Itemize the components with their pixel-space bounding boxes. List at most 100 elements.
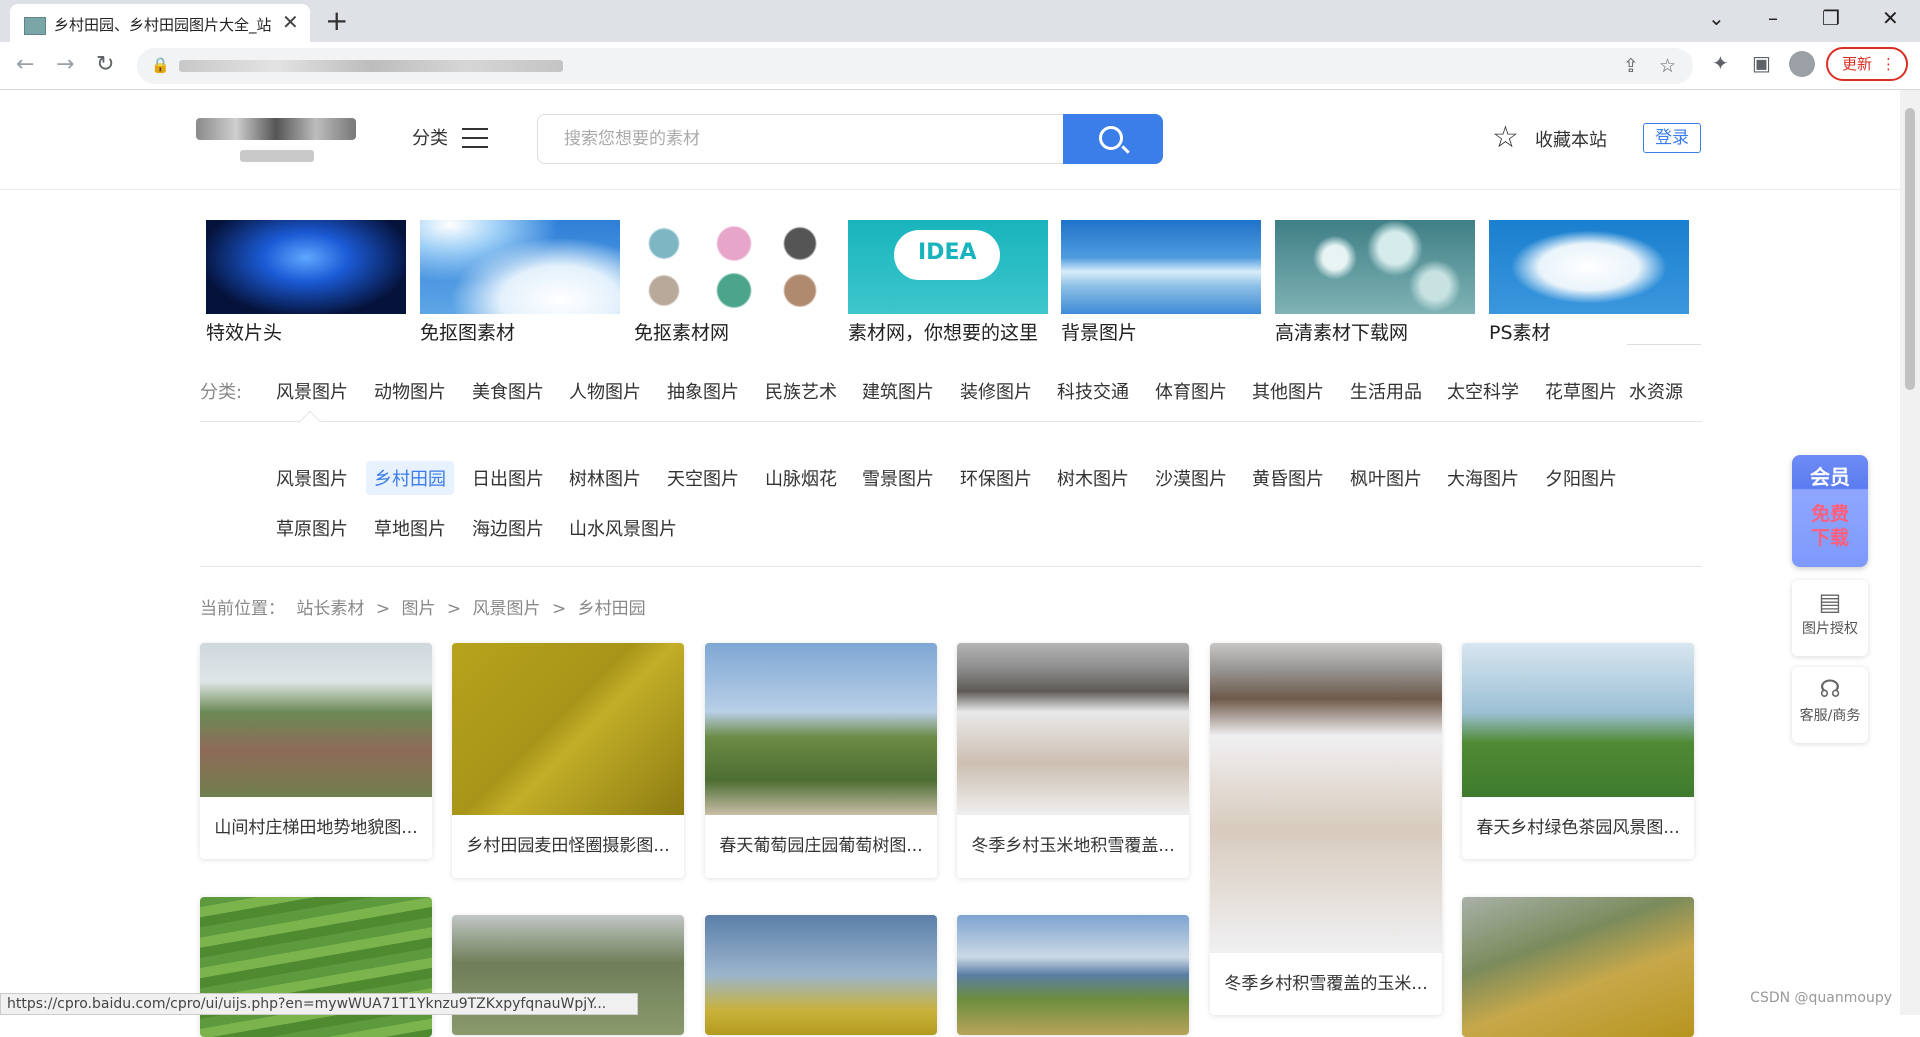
featured-item[interactable]: 免抠图素材 [420,220,620,345]
new-tab-button[interactable]: + [325,4,348,37]
category-menu-label[interactable]: 分类 [412,124,448,150]
subcategory-item[interactable]: 日出图片 [464,461,552,495]
subcategory-item[interactable]: 黄昏图片 [1244,461,1332,495]
featured-label: PS素材 [1489,322,1551,344]
search-button[interactable] [1063,114,1163,164]
category-item[interactable]: 风景图片 [276,378,348,404]
image-card[interactable]: 乡村田园麦田怪圈摄影图... [452,643,684,878]
featured-item[interactable]: PS素材 [1489,220,1689,345]
breadcrumb-separator: > [375,599,391,619]
subcategory-panel: 风景图片 乡村田园 日出图片 树林图片 天空图片 山脉烟花 雪景图片 环保图片 … [200,443,1702,567]
image-card[interactable] [957,915,1189,1035]
category-item[interactable]: 其他图片 [1252,378,1324,404]
subcategory-item[interactable]: 风景图片 [268,461,356,495]
category-item[interactable]: 建筑图片 [862,378,934,404]
featured-item[interactable]: 高清素材下载网 [1275,220,1475,345]
category-item[interactable]: 民族艺术 [765,378,837,404]
minimize-icon[interactable]: – [1768,6,1778,30]
login-button[interactable]: 登录 [1643,123,1701,153]
subcategory-item[interactable]: 海边图片 [464,511,552,545]
image-card[interactable]: 春天葡萄园庄园葡萄树图... [705,643,937,878]
breadcrumb-link[interactable]: 风景图片 [473,599,541,619]
menu-icon[interactable] [462,128,488,148]
image-card[interactable] [1462,897,1694,1037]
update-button[interactable]: 更新 ⋮ [1826,47,1908,81]
breadcrumb-link[interactable]: 站长素材 [296,599,364,619]
subcategory-item[interactable]: 草原图片 [268,511,356,545]
browser-tab[interactable]: 乡村田园、乡村田园图片大全_站 ✕ [10,4,310,42]
subcategory-item[interactable]: 草地图片 [366,511,454,545]
tab-title: 乡村田园、乡村田园图片大全_站 [54,16,272,34]
card-image [200,643,432,797]
image-card[interactable]: 春天乡村绿色茶园风景图... [1462,643,1694,859]
breadcrumb-link[interactable]: 图片 [401,599,435,619]
featured-image [1275,220,1475,314]
divider [1627,344,1701,345]
category-item[interactable]: 装修图片 [960,378,1032,404]
scrollbar-thumb[interactable] [1905,108,1915,390]
subcategory-item[interactable]: 树林图片 [561,461,649,495]
extensions-icon[interactable]: ✦ [1712,51,1729,75]
subcategory-item[interactable]: 沙漠图片 [1147,461,1235,495]
subcategory-item[interactable]: 雪景图片 [854,461,942,495]
subcategory-item[interactable]: 山脉烟花 [757,461,845,495]
forward-icon[interactable]: → [56,52,74,77]
category-item[interactable]: 科技交通 [1057,378,1129,404]
vip-free-download-button[interactable]: 会员 免费下载 [1792,455,1868,567]
image-license-button[interactable]: ▤ 图片授权 [1792,580,1868,656]
image-card[interactable]: 冬季乡村玉米地积雪覆盖... [957,643,1189,878]
reload-icon[interactable]: ↻ [96,52,114,77]
subcategory-item[interactable]: 山水风景图片 [561,511,685,545]
subcategory-item-active[interactable]: 乡村田园 [366,461,454,495]
featured-item[interactable]: IDEA 素材网，你想要的这里 [848,220,1048,345]
restore-icon[interactable]: ❐ [1822,6,1840,30]
more-menu-icon[interactable]: ⋮ [1881,49,1896,79]
share-icon[interactable]: ⇪ [1623,55,1639,77]
site-logo[interactable] [196,118,356,140]
page-scrollbar[interactable] [1900,90,1920,1015]
site-header: 分类 ☆ 收藏本站 登录 [0,90,1900,190]
card-image [452,643,684,815]
breadcrumb-current[interactable]: 乡村田园 [578,599,646,619]
window-close-icon[interactable]: ✕ [1882,6,1899,30]
favorite-site-link[interactable]: 收藏本站 [1535,126,1607,152]
image-card[interactable]: 冬季乡村积雪覆盖的玉米... [1210,643,1442,1015]
featured-item[interactable]: 免抠素材网 [634,220,834,345]
card-image [1462,643,1694,797]
category-item[interactable]: 生活用品 [1350,378,1422,404]
image-card[interactable]: 山间村庄梯田地势地貌图... [200,643,432,859]
category-item[interactable]: 动物图片 [374,378,446,404]
subcategory-item[interactable]: 夕阳图片 [1537,461,1625,495]
image-card[interactable] [705,915,937,1035]
featured-item[interactable]: 背景图片 [1061,220,1261,345]
subcategory-item[interactable]: 大海图片 [1439,461,1527,495]
category-item[interactable]: 体育图片 [1155,378,1227,404]
star-icon[interactable]: ☆ [1492,120,1519,155]
category-item[interactable]: 水资源 [1629,378,1683,404]
search-icon [1099,126,1123,150]
side-panel-icon[interactable]: ▣ [1752,51,1771,75]
card-caption: 乡村田园麦田怪圈摄影图... [466,836,670,856]
category-item[interactable]: 抽象图片 [667,378,739,404]
category-item[interactable]: 太空科学 [1447,378,1519,404]
profile-avatar-icon[interactable] [1789,51,1815,77]
back-icon[interactable]: ← [16,52,34,77]
bookmark-star-icon[interactable]: ☆ [1659,55,1676,77]
address-bar[interactable]: 🔒 ⇪ ☆ [137,48,1693,84]
subcategory-item[interactable]: 天空图片 [659,461,747,495]
category-item[interactable]: 美食图片 [472,378,544,404]
image-card[interactable] [200,897,432,1037]
tab-close-icon[interactable]: ✕ [282,10,299,34]
subcategory-item[interactable]: 树木图片 [1049,461,1137,495]
subcategory-item[interactable]: 环保图片 [952,461,1040,495]
featured-item[interactable]: 特效片头 [206,220,406,345]
category-item[interactable]: 花草图片 [1545,378,1617,404]
subcategory-item[interactable]: 枫叶图片 [1342,461,1430,495]
image-card[interactable] [452,915,684,1035]
tab-search-chevron-icon[interactable]: ⌄ [1708,6,1725,30]
search-input[interactable] [538,115,1063,163]
customer-service-button[interactable]: ☊ 客服/商务 [1792,667,1868,743]
update-label: 更新 [1842,55,1873,73]
featured-label: 免抠素材网 [634,322,730,344]
category-item[interactable]: 人物图片 [569,378,641,404]
